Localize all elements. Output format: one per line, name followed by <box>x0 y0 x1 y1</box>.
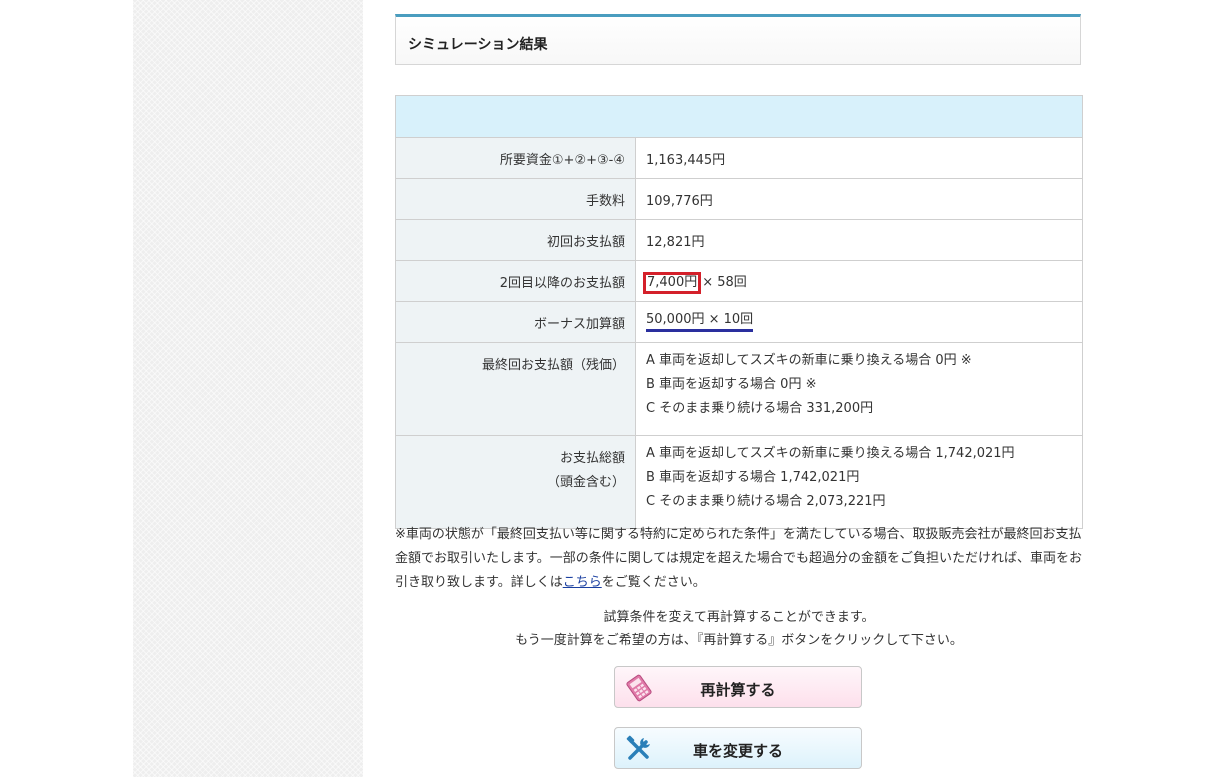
row-value-final-payment: A 車両を返却してスズキの新車に乗り換える場合 0円 ※ B 車両を返却する場合… <box>635 342 1083 436</box>
row-value-first-payment: 12,821円 <box>635 219 1083 261</box>
recalculate-button[interactable]: 再計算する <box>614 666 862 708</box>
recalculate-button-label: 再計算する <box>700 681 776 699</box>
terms-note: ※車両の状態が「最終回支払い等に関する特約に定められた条件」を満たしている場合、… <box>395 523 1085 595</box>
row-label-subsequent-payment: 2回目以降のお支払額 <box>395 260 636 302</box>
table-row: 初回お支払額 12,821円 <box>395 219 1083 261</box>
row-value-subsequent-payment: 7,400円 × 58回 <box>635 260 1083 302</box>
note-text-end: をご覧ください。 <box>601 575 706 590</box>
table-row: 手数料 109,776円 <box>395 178 1083 220</box>
table-header-band <box>395 95 1083 138</box>
table-row: 2回目以降のお支払額 7,400円 × 58回 <box>395 260 1083 302</box>
total-payment-sublabel: （頭金含む） <box>546 475 625 490</box>
total-payment-option-a: A 車両を返却してスズキの新車に乗り換える場合 1,742,021円 <box>646 446 1015 461</box>
row-label-final-payment: 最終回お支払額（残価） <box>395 342 636 436</box>
row-label-total-payment: お支払総額 （頭金含む） <box>395 435 636 529</box>
row-value-fee: 109,776円 <box>635 178 1083 220</box>
final-payment-option-c: C そのまま乗り続ける場合 331,200円 <box>646 401 874 416</box>
final-payment-option-b: B 車両を返却する場合 0円 ※ <box>646 377 817 392</box>
table-row: 最終回お支払額（残価） A 車両を返却してスズキの新車に乗り換える場合 0円 ※… <box>395 342 1083 436</box>
section-title: シミュレーション結果 <box>408 37 548 53</box>
table-row: ボーナス加算額 50,000円 × 10回 <box>395 301 1083 343</box>
total-payment-option-b: B 車両を返却する場合 1,742,021円 <box>646 470 860 485</box>
row-value-required-funds: 1,163,445円 <box>635 137 1083 179</box>
payment-count: × 58回 <box>702 275 747 290</box>
final-payment-option-a: A 車両を返却してスズキの新車に乗り換える場合 0円 ※ <box>646 353 972 368</box>
details-link[interactable]: こちら <box>563 575 602 590</box>
change-car-button-label: 車を変更する <box>692 742 783 760</box>
recalc-info-line2: もう一度計算をご希望の方は、『再計算する』ボタンをクリックして下さい。 <box>515 633 963 648</box>
table-row: お支払総額 （頭金含む） A 車両を返却してスズキの新車に乗り換える場合 1,7… <box>395 435 1083 529</box>
row-label-first-payment: 初回お支払額 <box>395 219 636 261</box>
left-sidebar-background <box>133 0 363 777</box>
row-value-bonus: 50,000円 × 10回 <box>635 301 1083 343</box>
total-payment-label: お支払総額 <box>559 451 625 466</box>
total-payment-option-c: C そのまま乗り続ける場合 2,073,221円 <box>646 494 886 509</box>
change-car-button[interactable]: 車を変更する <box>614 727 862 769</box>
table-row: 所要資金①+②+③-④ 1,163,445円 <box>395 137 1083 179</box>
row-label-bonus: ボーナス加算額 <box>395 301 636 343</box>
note-text: ※車両の状態が「最終回支払い等に関する特約に定められた条件」を満たしている場合、… <box>395 527 1083 590</box>
recalc-info-line1: 試算条件を変えて再計算することができます。 <box>603 610 875 625</box>
row-label-fee: 手数料 <box>395 178 636 220</box>
simulation-result-table: 所要資金①+②+③-④ 1,163,445円 手数料 109,776円 初回お支… <box>395 95 1083 529</box>
highlighted-amount: 7,400円 <box>642 272 702 294</box>
recalc-instructions: 試算条件を変えて再計算することができます。 もう一度計算をご希望の方は、『再計算… <box>395 606 1083 652</box>
section-header: シミュレーション結果 <box>395 14 1081 65</box>
bonus-amount-underlined: 50,000円 × 10回 <box>646 312 754 332</box>
row-label-required-funds: 所要資金①+②+③-④ <box>395 137 636 179</box>
row-value-total-payment: A 車両を返却してスズキの新車に乗り換える場合 1,742,021円 B 車両を… <box>635 435 1083 529</box>
